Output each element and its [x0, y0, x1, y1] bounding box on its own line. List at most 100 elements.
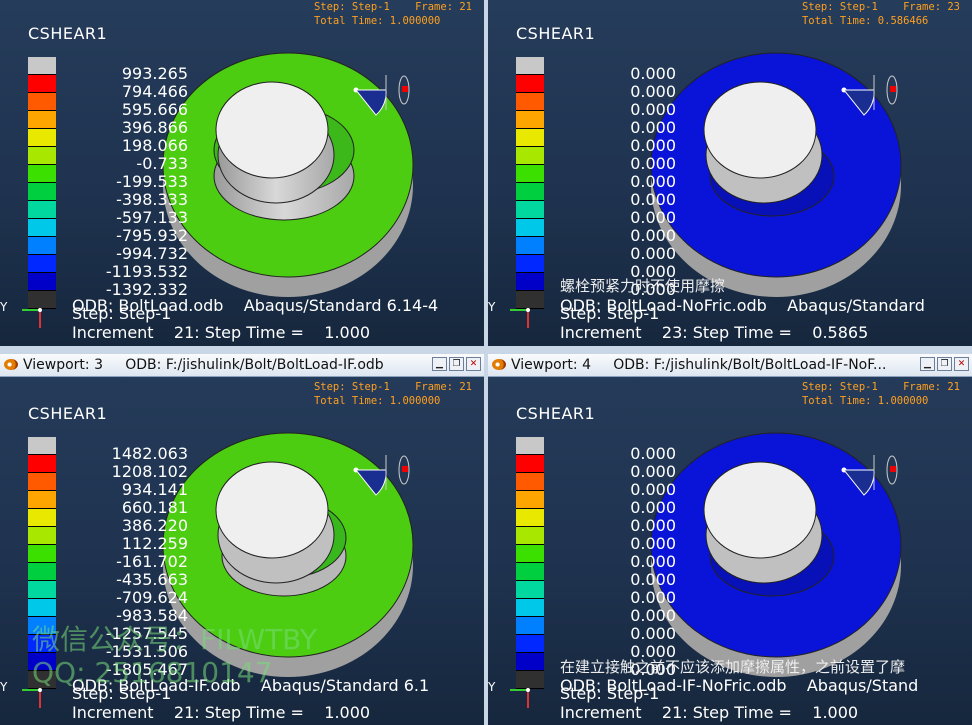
step-info: Step: Step-1	[560, 304, 660, 323]
viewport-icon	[4, 359, 18, 370]
legend-value: 0.000	[630, 226, 676, 245]
legend-value: -199.533	[116, 172, 188, 191]
legend-swatch	[516, 545, 544, 563]
close-icon[interactable]: ✕	[954, 357, 969, 371]
legend-swatch	[28, 165, 56, 183]
step-info: Step: Step-1	[72, 304, 172, 323]
legend-value: 0.000	[630, 244, 676, 263]
viewport-title: Viewport: 3 ODB: F:/jishulink/Bolt/BoltL…	[23, 357, 384, 373]
increment-info: Increment 21: Step Time = 1.000	[72, 703, 371, 722]
legend-swatch	[28, 183, 56, 201]
legend-value: -1193.532	[105, 262, 188, 281]
legend-value: -0.733	[136, 154, 188, 173]
watermark-qq: QQ: 2516810147	[32, 656, 273, 689]
legend-value: -994.732	[116, 244, 188, 263]
legend-labels: 0.000 0.000 0.000 0.000 0.000 0.000 0.000 0.000…	[564, 445, 676, 679]
viewport-4-titlebar[interactable]: Viewport: 4 ODB: F:/jishulink/Bolt/BoltL…	[488, 354, 972, 377]
legend-swatch	[516, 635, 544, 653]
legend-value: 0.000	[630, 570, 676, 589]
restore-icon[interactable]: ❐	[449, 357, 464, 371]
view-triad-icon	[353, 455, 410, 496]
legend-value: 0.000	[630, 480, 676, 499]
legend-swatch	[28, 599, 56, 617]
legend-value: -398.333	[116, 190, 188, 209]
legend-value: -597.133	[116, 208, 188, 227]
legend-swatch	[28, 201, 56, 219]
triad-icon	[510, 308, 530, 328]
close-icon[interactable]: ✕	[466, 357, 481, 371]
legend-value: 0.000	[630, 208, 676, 227]
legend-swatch	[516, 563, 544, 581]
legend-value: 0.000	[630, 552, 676, 571]
legend-swatch	[516, 617, 544, 635]
legend-swatch	[516, 273, 544, 291]
legend-swatch	[516, 57, 544, 75]
triad-icon	[510, 688, 530, 708]
legend-swatch	[516, 437, 544, 455]
legend-swatch	[28, 581, 56, 599]
legend-swatch	[28, 491, 56, 509]
legend-value: 1208.102	[111, 462, 188, 481]
legend-value: 0.000	[630, 64, 676, 83]
legend-bar	[516, 437, 544, 689]
legend-value: -709.624	[116, 588, 188, 607]
legend-swatch	[516, 491, 544, 509]
legend-value: 396.866	[121, 118, 188, 137]
bolt-contour-plot	[162, 52, 414, 297]
legend-labels: 993.265 794.466 595.666 396.866 198.066 -0.73…	[76, 65, 188, 299]
legend-value: 794.466	[121, 82, 188, 101]
restore-icon[interactable]: ❐	[937, 357, 952, 371]
legend-value: 595.666	[121, 100, 188, 119]
legend-swatch	[28, 57, 56, 75]
view-triad-icon	[841, 455, 898, 496]
legend-swatch	[28, 455, 56, 473]
legend-swatch	[516, 111, 544, 129]
triad-icon	[22, 688, 42, 708]
legend-swatch	[28, 111, 56, 129]
legend-value: 1482.063	[111, 444, 188, 463]
legend-swatch	[28, 75, 56, 93]
legend-value: 112.259	[121, 534, 188, 553]
legend-swatch	[516, 165, 544, 183]
legend-value: 0.000	[630, 588, 676, 607]
legend-value: 660.181	[121, 498, 188, 517]
legend-value: 0.000	[630, 136, 676, 155]
legend-swatch	[516, 147, 544, 165]
legend-labels: 0.000 0.000 0.000 0.000 0.000 0.000 0.000 0.000…	[564, 65, 676, 299]
legend-value: -161.702	[116, 552, 188, 571]
viewport-1[interactable]: Step: Step-1 Frame: 21 Total Time: 1.000…	[0, 0, 484, 346]
legend-swatch	[516, 201, 544, 219]
global-axis-y-label: Y	[0, 680, 8, 694]
view-triad-icon	[841, 75, 898, 116]
viewport-2[interactable]: Step: Step-1 Frame: 23 Total Time: 0.586…	[488, 0, 972, 346]
legend-value: 0.000	[630, 190, 676, 209]
increment-info: Increment 23: Step Time = 0.5865	[560, 323, 869, 342]
legend-swatch	[516, 219, 544, 237]
minimize-icon[interactable]: ▁	[920, 357, 935, 371]
legend-value: 0.000	[630, 444, 676, 463]
increment-info: Increment 21: Step Time = 1.000	[560, 703, 859, 722]
minimize-icon[interactable]: ▁	[432, 357, 447, 371]
watermark-wechat: 微信公众号：FILWTBY	[32, 623, 317, 656]
step-info: Step: Step-1	[560, 684, 660, 703]
legend-swatch	[516, 509, 544, 527]
legend-value: 0.000	[630, 118, 676, 137]
legend-swatch	[516, 75, 544, 93]
legend-swatch	[516, 237, 544, 255]
legend-value: 198.066	[121, 136, 188, 155]
legend-swatch	[516, 255, 544, 273]
global-axis-y-label: Y	[488, 680, 496, 694]
legend-value: 0.000	[630, 516, 676, 535]
viewport-4[interactable]: Viewport: 4 ODB: F:/jishulink/Bolt/BoltL…	[488, 354, 972, 725]
legend-bar	[516, 57, 544, 309]
legend-swatch	[28, 237, 56, 255]
legend-value: 0.000	[630, 624, 676, 643]
legend-swatch	[28, 563, 56, 581]
legend-value: 0.000	[630, 82, 676, 101]
legend-value: -795.932	[116, 226, 188, 245]
legend-swatch	[516, 527, 544, 545]
legend-value: 386.220	[121, 516, 188, 535]
viewport-3-titlebar[interactable]: Viewport: 3 ODB: F:/jishulink/Bolt/BoltL…	[0, 354, 484, 377]
legend-swatch	[28, 527, 56, 545]
legend-value: 0.000	[630, 462, 676, 481]
